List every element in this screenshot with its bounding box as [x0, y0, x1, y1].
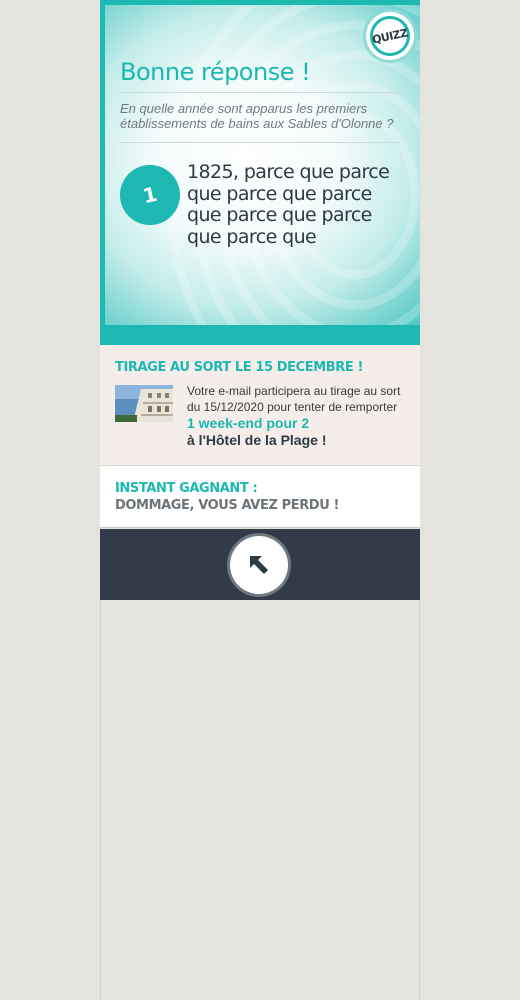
back-button[interactable]: [230, 536, 288, 594]
answer-number: 1: [140, 181, 160, 209]
draw-description: Votre e-mail participera au tirage au so…: [187, 383, 407, 449]
question-text: En quelle année sont apparus les premier…: [120, 101, 394, 131]
instant-win-heading: INSTANT GAGNANT :: [115, 481, 258, 496]
quizz-logo-label: QUIZZ: [371, 25, 409, 47]
instant-win-section: INSTANT GAGNANT : DOMMAGE, VOUS AVEZ PER…: [100, 466, 420, 528]
answer-number-badge: 1: [120, 165, 180, 225]
divider: [120, 92, 400, 93]
result-title: Bonne réponse !: [120, 58, 311, 86]
hotel-photo: [115, 385, 173, 422]
draw-heading: TIRAGE AU SORT LE 15 DECEMBRE !: [115, 360, 364, 375]
draw-text-intro: Votre e-mail participera au tirage au so…: [187, 384, 401, 414]
divider: [120, 142, 400, 143]
footer-bar: [100, 529, 420, 600]
quizz-logo: QUIZZ: [366, 12, 414, 60]
draw-section: TIRAGE AU SORT LE 15 DECEMBRE ! Votre e-…: [100, 345, 420, 466]
answer-text: 1825, parce que parce que parce que parc…: [187, 161, 390, 248]
draw-prize-highlight: 1 week-end pour 2: [187, 415, 310, 431]
instant-win-result: DOMMAGE, VOUS AVEZ PERDU !: [115, 498, 340, 513]
draw-prize-location: à l'Hôtel de la Plage !: [187, 432, 327, 448]
arrow-up-left-icon: [250, 556, 268, 574]
